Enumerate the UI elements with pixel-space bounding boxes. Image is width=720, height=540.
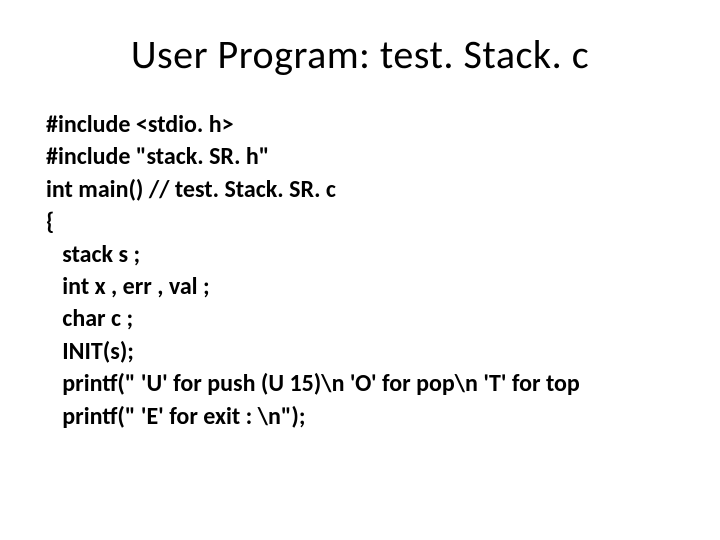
code-line: INIT(s);	[46, 337, 134, 366]
code-line: #include "stack. SR. h"	[46, 142, 269, 171]
slide-container: User Program: test. Stack. c #include <s…	[0, 0, 720, 540]
code-line: int main() // test. Stack. SR. c	[46, 175, 336, 204]
code-line: printf(" 'U' for push (U 15)\n 'O' for p…	[46, 369, 580, 398]
code-line: {	[46, 207, 54, 236]
code-line: #include <stdio. h>	[46, 110, 234, 139]
code-line: stack s ;	[46, 240, 140, 269]
code-line: printf(" 'E' for exit : \n");	[46, 402, 306, 431]
code-line: int x , err , val ;	[46, 272, 210, 301]
page-title: User Program: test. Stack. c	[40, 30, 680, 79]
code-line: char c ;	[46, 304, 133, 333]
code-block: #include <stdio. h> #include "stack. SR.…	[46, 109, 680, 433]
